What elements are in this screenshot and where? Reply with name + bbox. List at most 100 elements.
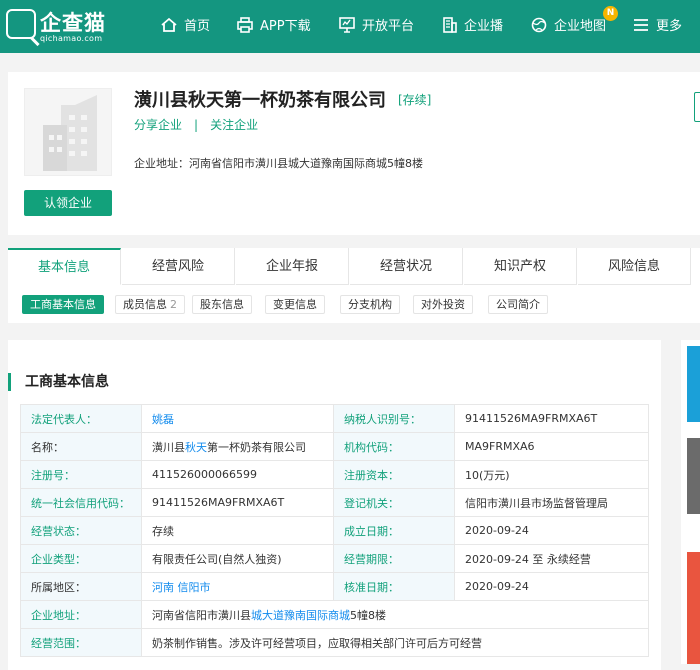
term-value: 2020-09-24 至 永续经营 [454, 544, 649, 573]
type-label: 企业类型： [20, 544, 142, 573]
nav-home[interactable]: 首页 [160, 0, 210, 53]
term-label: 经营期限： [333, 544, 455, 573]
building-placeholder-icon [43, 95, 97, 171]
subtab-company-intro[interactable]: 公司简介 [488, 295, 548, 314]
nav-app-download[interactable]: APP下载 [236, 0, 311, 53]
tab-intellectual-property[interactable]: 知识产权 [464, 248, 577, 285]
tab-risk-info[interactable]: 风险信息 [578, 248, 691, 285]
region-label: 所属地区： [20, 572, 142, 601]
tab-annual-report[interactable]: 企业年报 [236, 248, 349, 285]
type-value: 有限责任公司(自然人独资) [141, 544, 334, 573]
subtab-investments[interactable]: 对外投资 [413, 295, 473, 314]
nav-enterprise-map[interactable]: 企业地图 N [530, 0, 619, 53]
menu-icon [634, 19, 648, 31]
nav-open-platform-label: 开放平台 [362, 19, 415, 34]
founded-value: 2020-09-24 [454, 516, 649, 545]
table-row: 企业类型： 有限责任公司(自然人独资) 经营期限： 2020-09-24 至 永… [20, 544, 649, 573]
subtab-changes[interactable]: 变更信息 [265, 295, 325, 314]
company-address-value: 河南省信阳市潢川县城大道豫南国际商城5幢8楼 [189, 157, 423, 170]
addr-highlight: 城大道豫南国际商城 [251, 608, 350, 622]
company-address-label: 企业地址： [134, 157, 189, 170]
name-highlight: 秋天 [185, 440, 207, 454]
legal-rep-link[interactable]: 姚磊 [152, 413, 174, 426]
printer-icon [237, 17, 253, 33]
org-code-label: 机构代码： [333, 432, 455, 461]
tab-operating-status[interactable]: 经营状况 [350, 248, 463, 285]
company-actions: 分享企业 | 关注企业 [134, 116, 258, 133]
reg-no-value: 411526000066599 [141, 460, 334, 489]
monitor-icon [339, 17, 355, 33]
table-row: 经营范围： 奶茶制作销售。涉及许可经营项目，应取得相关部门许可后方可经营 [20, 628, 649, 657]
reg-no-label: 注册号： [20, 460, 142, 489]
subtab-label: 公司简介 [496, 298, 540, 311]
table-row: 名称： 潢川县秋天第一杯奶茶有限公司 机构代码： MA9FRMXA6 [20, 432, 649, 461]
nav-enterprise-map-label: 企业地图 [554, 19, 607, 34]
tab-basic-info[interactable]: 基本信息 [8, 248, 121, 285]
subtab-label: 股东信息 [200, 298, 244, 311]
subtab-label: 工商基本信息 [30, 298, 96, 311]
sidebar-ad[interactable] [687, 552, 700, 664]
follow-company-link[interactable]: 关注企业 [210, 118, 258, 132]
subtab-label: 对外投资 [421, 298, 465, 311]
legal-rep-label: 法定代表人： [20, 404, 142, 433]
nav-more-label: 更多 [656, 19, 683, 34]
credit-code-label: 统一社会信用代码： [20, 488, 142, 517]
magnifier-logo-icon [6, 9, 36, 39]
subtab-members[interactable]: 成员信息 2 [115, 295, 185, 314]
scope-value: 奶茶制作销售。涉及许可经营项目，应取得相关部门许可后方可经营 [141, 628, 649, 657]
subtab-count: 2 [170, 298, 177, 311]
share-company-link[interactable]: 分享企业 [134, 118, 182, 132]
company-address: 企业地址：河南省信阳市潢川县城大道豫南国际商城5幢8楼 [134, 155, 423, 171]
table-row: 法定代表人： 姚磊 纳税人识别号： 91411526MA9FRMXA6T [20, 404, 649, 433]
region-link[interactable]: 河南 信阳市 [152, 581, 211, 594]
table-row: 经营状态： 存续 成立日期： 2020-09-24 [20, 516, 649, 545]
addr-part: 河南省信阳市潢川县 [152, 608, 251, 622]
table-row: 企业地址： 河南省信阳市潢川县城大道豫南国际商城5幢8楼 [20, 600, 649, 629]
tab-operating-risk[interactable]: 经营风险 [122, 248, 235, 285]
name-label: 名称： [20, 432, 142, 461]
subtab-label: 变更信息 [273, 298, 317, 311]
table-row: 注册号： 411526000066599 注册资本： 10(万元) [20, 460, 649, 489]
table-row: 所属地区： 河南 信阳市 核准日期： 2020-09-24 [20, 572, 649, 601]
claim-company-button[interactable]: 认领企业 [24, 190, 112, 216]
nav-enterprise-broadcast[interactable]: 企业播 [440, 0, 503, 53]
subtab-label: 分支机构 [348, 298, 392, 311]
section-title: 工商基本信息 [8, 373, 109, 391]
subtab-branches[interactable]: 分支机构 [340, 295, 400, 314]
side-action-button[interactable] [694, 92, 700, 122]
nav-open-platform[interactable]: 开放平台 [338, 0, 414, 53]
founded-label: 成立日期： [333, 516, 455, 545]
name-part: 潢川县 [152, 440, 185, 454]
subtab-shareholders[interactable]: 股东信息 [192, 295, 252, 314]
addr-part: 5幢8楼 [350, 608, 386, 622]
legal-rep-cell: 姚磊 [141, 404, 334, 433]
subtab-business-info[interactable]: 工商基本信息 [22, 295, 104, 314]
nav-app-download-label: APP下载 [260, 19, 311, 34]
credit-code-value: 91411526MA9FRMXA6T [141, 488, 334, 517]
capital-value: 10(万元) [454, 460, 649, 489]
name-part: 第一杯奶茶有限公司 [207, 440, 306, 454]
authority-label: 登记机关： [333, 488, 455, 517]
action-separator: | [194, 118, 199, 132]
nav-more[interactable]: 更多 [632, 0, 682, 53]
capital-label: 注册资本： [333, 460, 455, 489]
approved-value: 2020-09-24 [454, 572, 649, 601]
org-code-value: MA9FRMXA6 [454, 432, 649, 461]
company-header-card: 认领企业 潢川县秋天第一杯奶茶有限公司 [存续] 分享企业 | 关注企业 企业地址：… [8, 72, 700, 235]
company-logo-placeholder [24, 88, 112, 176]
state-value: 存续 [141, 516, 334, 545]
company-name-title: 潢川县秋天第一杯奶茶有限公司 [134, 90, 386, 111]
right-sidebar-panel [681, 340, 700, 664]
business-info-card: 工商基本信息 法定代表人： 姚磊 纳税人识别号： 91411526MA9FRMX… [8, 340, 661, 670]
sidebar-banner[interactable] [687, 346, 700, 422]
business-info-table: 法定代表人： 姚磊 纳税人识别号： 91411526MA9FRMXA6T 名称：… [20, 404, 649, 657]
site-logo[interactable]: 企查猫 qichamao.com [6, 7, 106, 47]
table-row: 统一社会信用代码： 91411526MA9FRMXA6T 登记机关： 信阳市潢川… [20, 488, 649, 517]
company-status-badge: [存续] [398, 93, 432, 107]
tabs-card: 基本信息 经营风险 企业年报 经营状况 知识产权 风险信息 工商基本信息 成员信… [8, 248, 700, 323]
addr-cell: 河南省信阳市潢川县城大道豫南国际商城5幢8楼 [141, 600, 649, 629]
home-icon [161, 17, 177, 32]
approved-label: 核准日期： [333, 572, 455, 601]
state-label: 经营状态： [20, 516, 142, 545]
sidebar-image[interactable] [687, 438, 700, 514]
